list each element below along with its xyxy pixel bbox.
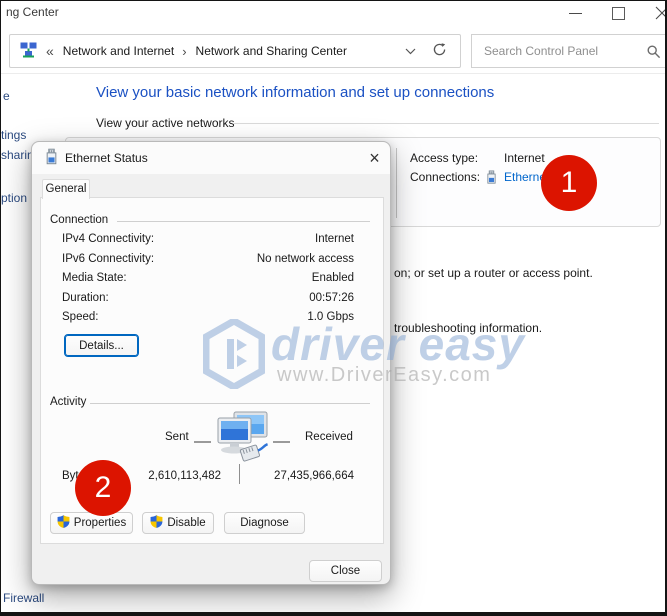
search-placeholder: Search Control Panel <box>484 44 598 58</box>
received-dash <box>273 441 290 443</box>
group-divider <box>117 221 370 222</box>
sent-label: Sent <box>165 431 189 443</box>
duration-label: Duration: <box>62 292 109 304</box>
connections-label: Connections: <box>410 170 480 184</box>
network-and-sharing-center-window: ng Center « Network and Internet › Netwo… <box>0 0 667 616</box>
dialog-title: Ethernet Status <box>65 151 148 165</box>
activity-group-label: Activity <box>50 396 86 408</box>
ethernet-icon <box>45 148 58 169</box>
media-state-row: Media State: Enabled <box>41 272 383 286</box>
uac-shield-icon <box>57 515 70 531</box>
ipv6-row: IPv6 Connectivity: No network access <box>41 253 383 267</box>
group-divider <box>90 403 370 404</box>
speed-value: 1.0 Gbps <box>307 311 354 323</box>
address-bar[interactable]: « Network and Internet › Network and Sha… <box>9 34 461 68</box>
tab-general[interactable]: General <box>42 179 90 199</box>
chevron-down-icon[interactable] <box>405 44 416 58</box>
dialog-close-icon[interactable]: × <box>361 145 388 171</box>
search-icon[interactable] <box>647 45 661 62</box>
sidebar-item-adapter-settings-fragment[interactable]: tings <box>1 128 26 142</box>
ipv4-row: IPv4 Connectivity: Internet <box>41 233 383 247</box>
ethernet-icon <box>486 170 497 188</box>
breadcrumb-back-icon[interactable]: « <box>46 44 54 58</box>
minimize-icon[interactable] <box>569 13 582 14</box>
disable-button-label: Disable <box>167 517 205 529</box>
access-type-value: Internet <box>504 151 545 165</box>
troubleshoot-text-fragment: troubleshooting information. <box>394 321 542 335</box>
duration-row: Duration: 00:57:26 <box>41 292 383 306</box>
ipv4-label: IPv4 Connectivity: <box>62 233 154 245</box>
speed-label: Speed: <box>62 311 98 323</box>
ipv6-label: IPv6 Connectivity: <box>62 253 154 265</box>
setup-connection-text-fragment: on; or set up a router or access point. <box>394 266 593 280</box>
active-networks-label: View your active networks <box>96 116 235 130</box>
speed-row: Speed: 1.0 Gbps <box>41 311 383 325</box>
properties-button[interactable]: Properties <box>50 512 133 534</box>
refresh-icon[interactable] <box>432 42 447 60</box>
disable-button[interactable]: Disable <box>142 512 214 534</box>
step-1-badge: 1 <box>541 155 597 211</box>
toolbar: « Network and Internet › Network and Sha… <box>1 25 665 74</box>
sidebar-item-streaming-options-fragment[interactable]: ption <box>1 191 27 205</box>
network-sharing-center-icon <box>20 42 37 61</box>
ipv6-value: No network access <box>257 253 354 265</box>
details-button[interactable]: Details... <box>64 334 139 357</box>
sidebar-item-sharing-settings-fragment[interactable]: sharin <box>1 148 34 162</box>
sidebar-item-home-fragment[interactable]: e <box>3 89 10 103</box>
maximize-icon[interactable] <box>612 7 625 20</box>
page-title: View your basic network information and … <box>96 84 494 101</box>
media-state-label: Media State: <box>62 272 127 284</box>
bytes-divider <box>239 464 240 484</box>
sent-dash <box>194 441 211 443</box>
search-input[interactable]: Search Control Panel <box>471 34 667 68</box>
received-label: Received <box>305 431 353 443</box>
panel-divider <box>396 148 397 218</box>
media-state-value: Enabled <box>312 272 354 284</box>
breadcrumb-network-and-sharing-center[interactable]: Network and Sharing Center <box>196 44 347 58</box>
duration-value: 00:57:26 <box>309 292 354 304</box>
close-icon[interactable] <box>655 6 667 20</box>
access-type-label: Access type: <box>410 151 478 165</box>
connection-group-label: Connection <box>50 214 108 226</box>
sidebar-item-firewall-fragment[interactable]: Firewall <box>3 591 44 605</box>
ipv4-value: Internet <box>315 233 354 245</box>
computers-activity-icon <box>210 410 270 471</box>
uac-shield-icon <box>150 515 163 531</box>
close-button[interactable]: Close <box>309 560 382 582</box>
bytes-received-value: 27,435,966,664 <box>251 470 354 482</box>
diagnose-button[interactable]: Diagnose <box>224 512 305 534</box>
ethernet-status-dialog: Ethernet Status × General Connection IPv… <box>31 141 391 585</box>
breadcrumb-network-and-internet[interactable]: Network and Internet <box>63 44 174 58</box>
section-divider <box>234 123 659 124</box>
properties-button-label: Properties <box>74 517 126 529</box>
window-title: ng Center <box>6 5 59 19</box>
breadcrumb-separator-icon: › <box>182 44 186 59</box>
step-2-badge: 2 <box>75 460 131 516</box>
window-titlebar: ng Center <box>1 1 665 25</box>
